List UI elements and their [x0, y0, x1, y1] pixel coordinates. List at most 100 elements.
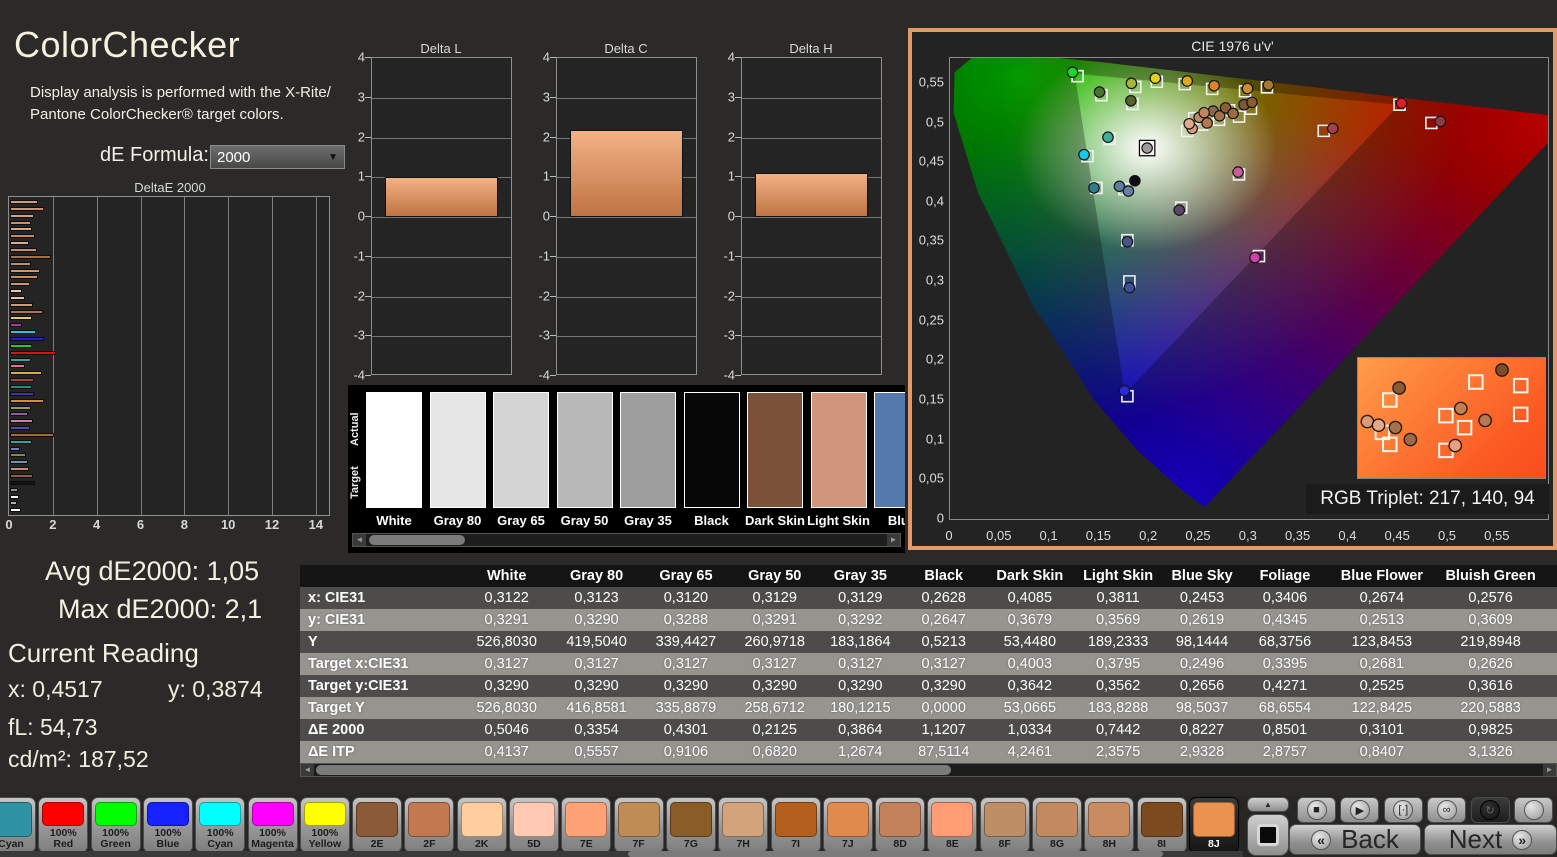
column-header: Gray 80: [551, 565, 642, 587]
back-label: Back: [1341, 824, 1399, 854]
table-cell: 0,2453: [1162, 587, 1242, 609]
palette-scrollbar[interactable]: [0, 851, 1243, 857]
transport-play-icon[interactable]: ▶: [1340, 797, 1380, 823]
patch-button-8d[interactable]: 8D: [875, 797, 926, 853]
patch-label: 7H: [736, 837, 750, 850]
table-cell: 98,1444: [1162, 631, 1242, 653]
de-formula-value: 2000: [217, 148, 251, 166]
table-cell: 0,3290: [818, 675, 902, 697]
back-button[interactable]: « Back: [1289, 824, 1421, 855]
patch-button-2k[interactable]: 2K: [456, 797, 507, 853]
table-cell: 180,1215: [818, 697, 902, 719]
patch-button-8i[interactable]: 8I: [1136, 797, 1187, 853]
patch-color-chip: [931, 802, 974, 837]
patch-window-button[interactable]: [1247, 814, 1289, 856]
patch-color-chip: [408, 802, 451, 837]
table-cell: 0,8227: [1162, 719, 1242, 741]
y-tick: [550, 96, 556, 98]
table-cell: 3,1326: [1435, 741, 1546, 763]
scroll-right-icon[interactable]: ►: [1543, 764, 1556, 776]
x-tick-label: 0,35: [1284, 528, 1311, 543]
patch-button-100-green[interactable]: 100% Green: [90, 797, 141, 853]
patch-button-5d[interactable]: 5D: [509, 797, 559, 853]
avg-de2000-stat: Avg dE2000: 1,05: [45, 556, 260, 586]
table-cell: 0,2125: [730, 719, 819, 741]
palette-scroll-up-button[interactable]: ▲: [1247, 797, 1289, 812]
transport-blank-icon[interactable]: [1514, 797, 1553, 823]
patch-button-7g[interactable]: 7G: [665, 797, 716, 853]
table-cell: 0,3291: [461, 609, 552, 631]
scroll-left-icon[interactable]: ◄: [301, 764, 314, 776]
patch-button-7i[interactable]: 7I: [770, 797, 821, 853]
deltae-bar: [10, 487, 18, 492]
swatch-label: Blue: [887, 513, 905, 528]
de-formula-label: dE Formula:: [100, 144, 209, 166]
patch-color-chip: [722, 802, 765, 837]
transport-continuous-icon[interactable]: ∞: [1427, 797, 1467, 823]
y-tick-label: -2: [538, 288, 550, 303]
patch-button-100-blue[interactable]: 100% Blue: [142, 797, 193, 853]
next-button[interactable]: Next »: [1424, 824, 1557, 855]
table-scroll-thumb[interactable]: [316, 765, 951, 775]
y-tick-label: -3: [353, 327, 365, 343]
patch-color-chip: [146, 802, 189, 826]
swatch-scroll-thumb[interactable]: [369, 535, 465, 545]
table-cell: 0,2628: [901, 587, 986, 609]
patch-button-cyan[interactable]: Cyan: [0, 797, 36, 853]
swatch-scrollbar[interactable]: ◄ ►: [352, 533, 901, 547]
table-scrollbar[interactable]: ◄ ►: [300, 763, 1557, 777]
patch-button-8f[interactable]: 8F: [979, 797, 1030, 853]
table-cell: 0,3127: [730, 653, 819, 675]
color-swatch: [620, 392, 676, 508]
patch-button-100-cyan[interactable]: 100% Cyan: [195, 797, 246, 853]
y-tick-label: 0: [936, 510, 944, 526]
results-table: White Gray 80 Gray 65 Gray 50 Gray 35 Black Da…: [300, 565, 1557, 763]
patch-button-100-magenta[interactable]: 100% Magenta: [247, 797, 298, 853]
reading-x: x: 0,4517: [8, 676, 103, 702]
palette-scroll-thumb[interactable]: [628, 851, 1163, 857]
patch-button-7h[interactable]: 7H: [718, 797, 769, 853]
transport-single-measure-icon[interactable]: [·]: [1383, 797, 1423, 823]
table-row: Target x:CIE31 0,3127 0,3127 0,3127 0,3127 0,…: [300, 653, 1557, 675]
deltae-bar: [10, 384, 32, 389]
y-tick-label: 4: [542, 49, 550, 65]
patch-color-chip: [983, 802, 1026, 837]
deltae-bar: [10, 439, 32, 444]
patch-color-chip: [1036, 802, 1078, 837]
patch-button-8g[interactable]: 8G: [1032, 797, 1082, 853]
y-tick: [365, 57, 371, 58]
patch-button-2f[interactable]: 2F: [404, 797, 455, 853]
patch-button-7f[interactable]: 7F: [613, 797, 664, 853]
color-swatch: [874, 392, 905, 508]
transport-refresh-icon[interactable]: ↻: [1470, 797, 1510, 823]
patch-button-7e[interactable]: 7E: [561, 797, 612, 853]
x-tick-label: 14: [308, 517, 324, 532]
patch-button-8h[interactable]: 8H: [1084, 797, 1135, 853]
patch-button-100-red[interactable]: 100% Red: [38, 797, 89, 853]
gridline: [184, 197, 186, 515]
table-cell: 0,3129: [730, 587, 819, 609]
table-row: ΔE 2000 0,5046 0,3354 0,4301 0,2125 0,3864 1,1…: [300, 719, 1557, 741]
chevron-down-icon[interactable]: ▼: [328, 152, 338, 163]
gridline: [372, 97, 511, 99]
patch-button-7j[interactable]: 7J: [822, 797, 873, 853]
y-tick: [550, 295, 556, 297]
stop-icon: ■: [1306, 800, 1327, 820]
patch-button-8j[interactable]: 8J: [1188, 797, 1239, 853]
scroll-right-icon[interactable]: ►: [887, 534, 900, 546]
y-tick-label: 3: [357, 89, 365, 105]
table-cell: 0,3290: [730, 675, 819, 697]
deltae-bar: [10, 241, 29, 246]
y-tick: [735, 375, 741, 376]
transport-stop-icon[interactable]: ■: [1297, 797, 1336, 823]
patch-button-100-yellow[interactable]: 100% Yellow: [299, 797, 350, 853]
patch-label: 100% Cyan: [206, 826, 234, 850]
y-tick-label: 0,4: [925, 193, 944, 209]
patch-button-8e[interactable]: 8E: [927, 797, 978, 853]
table-cell: 0,4301: [641, 719, 731, 741]
de-formula-dropdown[interactable]: 2000 ▼: [210, 145, 345, 169]
table-cell: 53,0665: [985, 697, 1074, 719]
patch-button-2e[interactable]: 2E: [352, 797, 403, 853]
scroll-left-icon[interactable]: ◄: [353, 534, 366, 546]
patch-color-chip: [879, 802, 922, 837]
